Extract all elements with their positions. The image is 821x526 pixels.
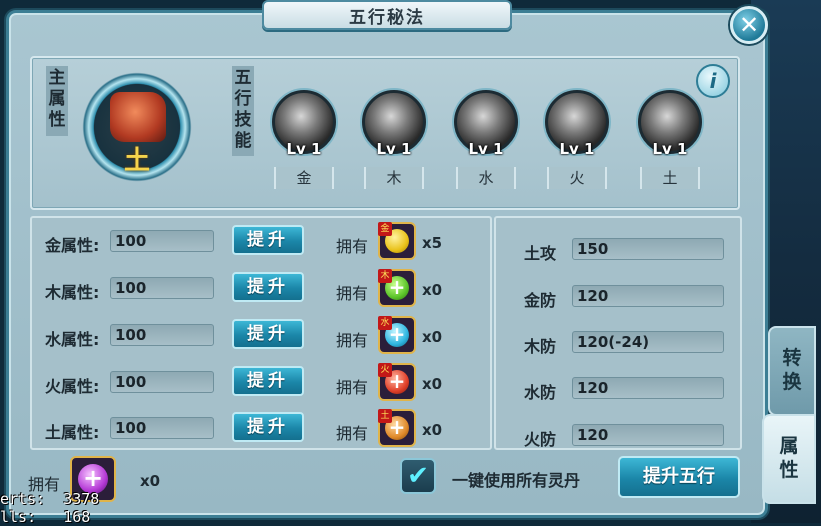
boost-earth-button[interactable]: 提升 bbox=[232, 412, 304, 442]
own-metal-label: 拥有 bbox=[336, 237, 369, 256]
skill-wood-name: 木 bbox=[364, 167, 424, 189]
boost-water-button[interactable]: 提升 bbox=[232, 319, 304, 349]
skill-fire-name: 火 bbox=[547, 167, 607, 189]
info-icon[interactable]: i bbox=[696, 64, 730, 98]
use-all-label: 一键使用所有灵丹 bbox=[452, 471, 581, 490]
own-wood-label: 拥有 bbox=[336, 284, 369, 303]
wood-pill-count: x0 bbox=[422, 281, 443, 299]
earth-pill-tag: 土 bbox=[378, 409, 392, 423]
upgrade-wuxing-button[interactable]: 提升五行 bbox=[618, 456, 740, 498]
attr-metal-label: 金属性: bbox=[45, 236, 100, 255]
own-fire-label: 拥有 bbox=[336, 378, 369, 397]
skill-earth-name: 土 bbox=[640, 167, 700, 189]
universal-pill-count: x0 bbox=[140, 472, 161, 490]
water-pill-tag: 水 bbox=[378, 316, 392, 330]
debug-calls-text: lls: 168 bbox=[0, 508, 91, 526]
attr-wood-value: 100 bbox=[110, 277, 214, 299]
attr-fire-value: 100 bbox=[110, 371, 214, 393]
skill-wood-level: Lv 1 bbox=[376, 140, 412, 158]
use-all-checkbox[interactable]: ✔ bbox=[400, 458, 436, 494]
metal-pill-tag: 金 bbox=[378, 222, 392, 236]
fire-pill-count: x0 bbox=[422, 375, 443, 393]
stat-water-defense-label: 水防 bbox=[524, 383, 557, 402]
skills-label: 五行技能 bbox=[232, 66, 254, 156]
stat-earth-attack-value: 150 bbox=[572, 238, 724, 260]
earth-gem-icon bbox=[110, 92, 166, 142]
fire-pill-tag: 火 bbox=[378, 363, 392, 377]
attr-metal-value: 100 bbox=[110, 230, 214, 252]
tab-attributes-label: 属性 bbox=[779, 435, 799, 481]
attr-water-value: 100 bbox=[110, 324, 214, 346]
boost-metal-button[interactable]: 提升 bbox=[232, 225, 304, 255]
water-pill-count: x0 bbox=[422, 328, 443, 346]
stat-metal-defense-label: 金防 bbox=[524, 291, 557, 310]
earth-pill-icon[interactable]: + 土 bbox=[378, 409, 416, 447]
stat-earth-attack-label: 土攻 bbox=[524, 244, 557, 263]
skill-earth-level: Lv 1 bbox=[652, 140, 688, 158]
close-button[interactable]: ✕ bbox=[730, 6, 768, 44]
main-attr-element: 土 bbox=[123, 146, 150, 176]
earth-pill-count: x0 bbox=[422, 421, 443, 439]
boost-fire-button[interactable]: 提升 bbox=[232, 366, 304, 396]
own-water-label: 拥有 bbox=[336, 331, 369, 350]
attr-earth-value: 100 bbox=[110, 417, 214, 439]
attr-fire-label: 火属性: bbox=[45, 377, 100, 396]
stat-fire-defense-label: 火防 bbox=[524, 430, 557, 449]
fire-pill-icon[interactable]: + 火 bbox=[378, 363, 416, 401]
metal-pill-icon[interactable]: 金 bbox=[378, 222, 416, 260]
skill-fire-level: Lv 1 bbox=[559, 140, 595, 158]
skill-metal-level: Lv 1 bbox=[286, 140, 322, 158]
main-attr-label: 主属性 bbox=[46, 66, 68, 136]
boost-wood-button[interactable]: 提升 bbox=[232, 272, 304, 302]
tab-attributes[interactable]: 属性 bbox=[762, 414, 816, 504]
skill-water-level: Lv 1 bbox=[468, 140, 504, 158]
wood-pill-tag: 木 bbox=[378, 269, 392, 283]
own-earth-label: 拥有 bbox=[336, 424, 369, 443]
attr-water-label: 水属性: bbox=[45, 330, 100, 349]
stat-metal-defense-value: 120 bbox=[572, 285, 724, 307]
attr-earth-label: 土属性: bbox=[45, 423, 100, 442]
skill-water-name: 水 bbox=[456, 167, 516, 189]
stat-fire-defense-value: 120 bbox=[572, 424, 724, 446]
stat-wood-defense-value: 120(-24) bbox=[572, 331, 724, 353]
water-pill-icon[interactable]: + 水 bbox=[378, 316, 416, 354]
panel-title: 五行秘法 bbox=[262, 0, 512, 30]
debug-verts-text: erts: 3378 bbox=[0, 490, 100, 508]
skill-metal-name: 金 bbox=[274, 167, 334, 189]
metal-pill-count: x5 bbox=[422, 234, 443, 252]
wood-pill-icon[interactable]: + 木 bbox=[378, 269, 416, 307]
attr-wood-label: 木属性: bbox=[45, 283, 100, 302]
stat-wood-defense-label: 木防 bbox=[524, 337, 557, 356]
tab-convert[interactable]: 转换 bbox=[768, 326, 816, 416]
stat-water-defense-value: 120 bbox=[572, 377, 724, 399]
tab-convert-label: 转换 bbox=[782, 347, 802, 393]
